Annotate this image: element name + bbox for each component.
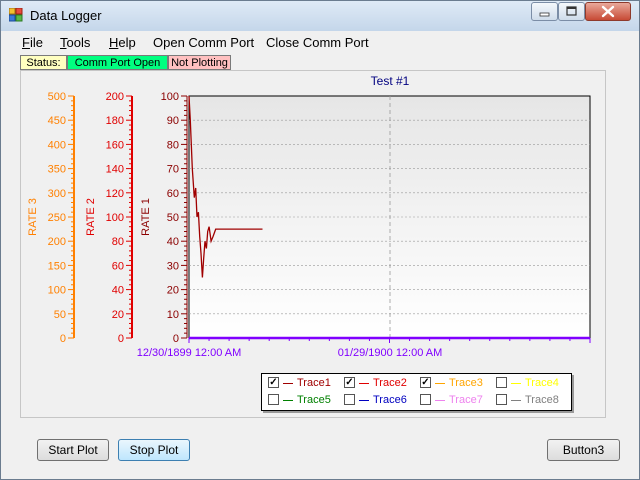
y-tick-label: 10 (167, 309, 179, 321)
y-tick-label: 100 (48, 285, 66, 297)
y-tick-label: 70 (167, 164, 179, 176)
legend-label: Trace2 (373, 377, 407, 389)
y-tick-label: 60 (167, 188, 179, 200)
y-tick-label: 100 (106, 212, 124, 224)
legend-checkbox[interactable]: ✓ (268, 377, 279, 388)
y-tick-label: 120 (106, 188, 124, 200)
y-tick-label: 160 (106, 139, 124, 151)
stop-plot-button[interactable]: Stop Plot (118, 439, 190, 461)
legend-label: Trace4 (525, 377, 559, 389)
y-tick-label: 100 (161, 91, 179, 103)
legend-checkbox[interactable]: ✓ (420, 377, 431, 388)
y-axis-title-3: RATE 3 (27, 198, 39, 236)
y-tick-label: 200 (48, 236, 66, 248)
legend-checkbox[interactable] (496, 394, 507, 405)
y-tick-label: 90 (167, 115, 179, 127)
y-tick-label: 60 (112, 260, 124, 272)
y-tick-label: 80 (167, 139, 179, 151)
legend-checkbox[interactable] (496, 377, 507, 388)
legend-label: Trace5 (297, 394, 331, 406)
legend-swatch (435, 400, 445, 401)
y-tick-label: 500 (48, 91, 66, 103)
y-tick-label: 20 (112, 309, 124, 321)
legend-label: Trace3 (449, 377, 483, 389)
legend-checkbox[interactable] (268, 394, 279, 405)
legend-checkbox[interactable] (420, 394, 431, 405)
legend: ✓ Trace1 ✓ Trace2 ✓ Trace3 Trace4 Trace5 Trace6 T… (261, 373, 572, 411)
start-plot-button[interactable]: Start Plot (37, 439, 109, 461)
y-tick-label: 40 (167, 236, 179, 248)
y-tick-label: 30 (167, 260, 179, 272)
legend-label: Trace7 (449, 394, 483, 406)
chart-title: Test #1 (371, 74, 410, 88)
y-tick-label: 140 (106, 164, 124, 176)
y-axis-title-1: RATE 1 (140, 198, 152, 236)
y-tick-label: 0 (60, 333, 66, 345)
legend-swatch (283, 400, 293, 401)
y-tick-label: 40 (112, 285, 124, 297)
legend-swatch (359, 383, 369, 384)
y-tick-label: 350 (48, 164, 66, 176)
y-tick-label: 0 (173, 333, 179, 345)
x-tick-label: 12/30/1899 12:00 AM (137, 347, 242, 359)
legend-swatch (283, 383, 293, 384)
x-tick-label: 01/29/1900 12:00 AM (338, 347, 443, 359)
y-tick-label: 150 (48, 260, 66, 272)
legend-label: Trace8 (525, 394, 559, 406)
legend-swatch (511, 383, 521, 384)
legend-swatch (511, 400, 521, 401)
y-tick-label: 450 (48, 115, 66, 127)
legend-label: Trace1 (297, 377, 331, 389)
legend-checkbox[interactable] (344, 394, 355, 405)
y-tick-label: 180 (106, 115, 124, 127)
y-axis-title-2: RATE 2 (85, 198, 97, 236)
legend-checkbox[interactable]: ✓ (344, 377, 355, 388)
legend-swatch (359, 400, 369, 401)
y-tick-label: 250 (48, 212, 66, 224)
y-tick-label: 300 (48, 188, 66, 200)
app-window: Data Logger File Tools Help Open Comm Po… (0, 0, 640, 480)
y-tick-label: 50 (54, 309, 66, 321)
button3-button[interactable]: Button3 (547, 439, 620, 461)
y-tick-label: 20 (167, 285, 179, 297)
y-tick-label: 50 (167, 212, 179, 224)
legend-label: Trace6 (373, 394, 407, 406)
y-tick-label: 80 (112, 236, 124, 248)
legend-swatch (435, 383, 445, 384)
y-tick-label: 400 (48, 139, 66, 151)
y-tick-label: 0 (118, 333, 124, 345)
y-tick-label: 200 (106, 91, 124, 103)
